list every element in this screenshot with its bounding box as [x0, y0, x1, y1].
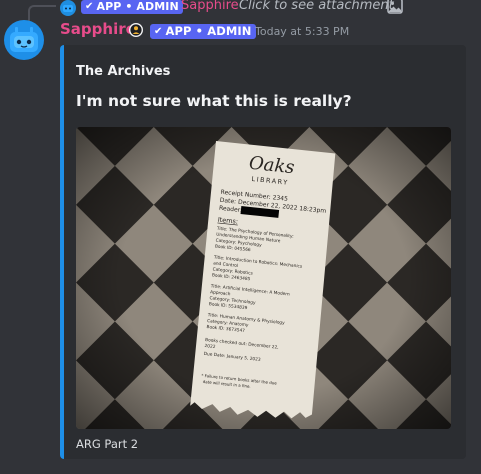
message-timestamp[interactable]: Today at 5:33 PM [255, 25, 349, 38]
embed-footer: ARG Part 2 [76, 437, 139, 451]
embed-accent-bar [60, 45, 64, 459]
user-avatar[interactable] [4, 20, 44, 60]
message-author[interactable]: Sapphire [60, 20, 136, 38]
reply-avatar-icon[interactable] [60, 0, 76, 16]
receipt-photo: Oaks LIBRARY Receipt Number: 2345 Date: … [76, 127, 451, 429]
receipt-checked-out-2: 2022 [204, 343, 216, 350]
reply-app-admin-tag: ✔ APP • ADMIN [81, 0, 183, 14]
reply-preview[interactable]: ✔ APP • ADMIN Sapphire Click to see atta… [0, 0, 481, 23]
check-icon: ✔ [85, 1, 94, 12]
check-icon: ✔ [154, 26, 163, 37]
message-embed: The Archives I'm not sure what this is r… [60, 45, 466, 459]
embed-image[interactable]: Oaks LIBRARY Receipt Number: 2345 Date: … [76, 127, 451, 429]
app-admin-tag: ✔ APP • ADMIN [150, 24, 256, 39]
image-icon [387, 0, 403, 14]
embed-author: The Archives [76, 64, 171, 79]
tag-label: APP • ADMIN [165, 24, 252, 38]
reply-author[interactable]: Sapphire [181, 0, 239, 13]
reply-content[interactable]: Click to see attachment [239, 0, 394, 13]
reply-tag-label: APP • ADMIN [96, 0, 179, 13]
role-badge-icon[interactable] [128, 22, 144, 38]
embed-title: I'm not sure what this is really? [76, 92, 352, 110]
